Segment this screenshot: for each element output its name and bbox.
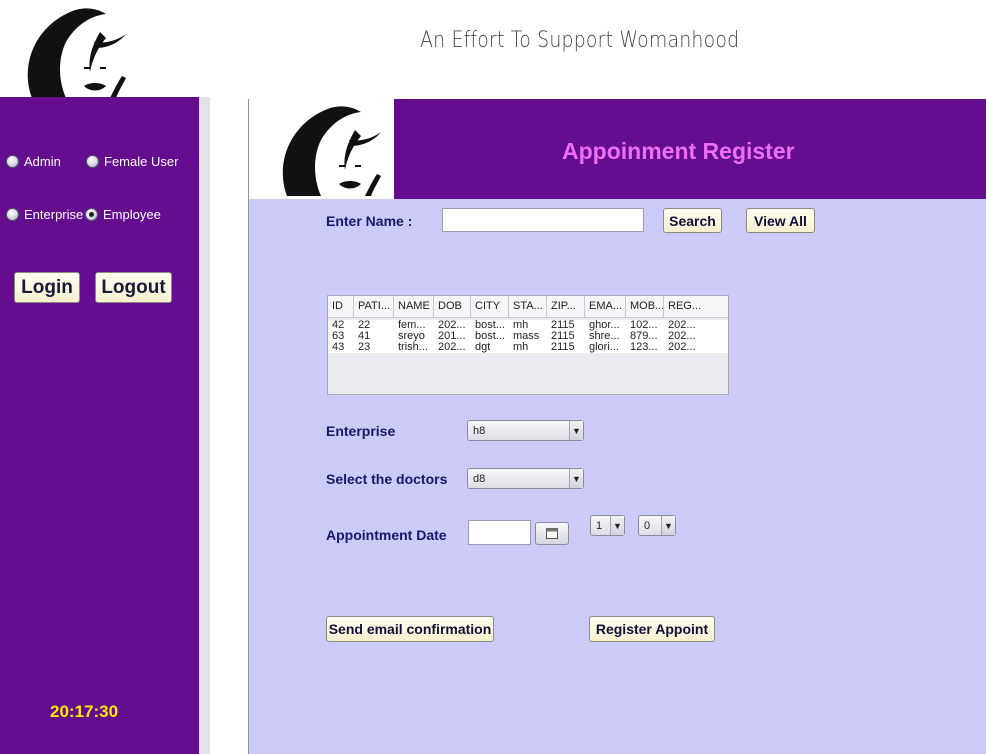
column-header[interactable]: MOB... — [626, 296, 664, 317]
sidebar: Admin Female User Enterprise Employee Lo… — [0, 97, 199, 754]
table-cell: dgt — [475, 342, 491, 353]
page-title: Appoinment Register — [562, 138, 795, 164]
name-search-input[interactable] — [442, 208, 644, 232]
table-cell: 43 — [332, 342, 345, 353]
enterprise-select[interactable]: h8 ▼ — [467, 420, 584, 441]
table-cell: 41 — [358, 331, 371, 342]
table-cell: 202... — [668, 320, 696, 331]
table-cell: ghor... — [589, 320, 620, 331]
minute-select[interactable]: 0 ▼ — [638, 515, 676, 536]
radio-icon — [6, 155, 19, 168]
enterprise-radio[interactable]: Enterprise — [6, 207, 83, 222]
radio-icon — [86, 155, 99, 168]
table-cell: 202... — [668, 331, 696, 342]
table-cell: bost... — [475, 331, 505, 342]
table-cell: 102... — [630, 320, 658, 331]
radio-icon — [6, 208, 19, 221]
column-header[interactable]: DOB — [434, 296, 471, 317]
radio-label: Admin — [24, 154, 61, 169]
view-all-button[interactable]: View All — [746, 208, 815, 233]
calendar-button[interactable] — [535, 522, 569, 545]
login-button[interactable]: Login — [14, 272, 80, 303]
calendar-icon — [546, 528, 558, 539]
table-row[interactable]: 42 22 fem... 202... bost... mh 2115 ghor… — [328, 320, 728, 331]
table-cell: sreyo — [398, 331, 425, 342]
logout-button[interactable]: Logout — [95, 272, 172, 303]
table-cell: 202... — [438, 320, 466, 331]
clock: 20:17:30 — [50, 702, 119, 721]
appointments-table[interactable]: ID PATI... NAME DOB CITY STA... ZIP... E… — [327, 295, 729, 395]
chevron-down-icon: ▼ — [661, 516, 675, 535]
radio-label: Enterprise — [24, 207, 84, 222]
column-header[interactable]: REG... — [664, 296, 728, 317]
sidebar-divider — [199, 97, 210, 754]
send-email-confirmation-button[interactable]: Send email confirmation — [326, 616, 494, 642]
table-cell: 2115 — [551, 342, 575, 353]
column-header[interactable]: STA... — [509, 296, 547, 317]
hour-select[interactable]: 1 ▼ — [590, 515, 625, 536]
table-header: ID PATI... NAME DOB CITY STA... ZIP... E… — [328, 296, 728, 318]
table-cell: glori... — [589, 342, 619, 353]
table-cell: 202... — [668, 342, 696, 353]
table-cell: mh — [513, 342, 529, 353]
chevron-down-icon: ▼ — [569, 469, 583, 488]
panel-header: Appoinment Register — [249, 99, 986, 199]
woman-face-logo — [282, 106, 381, 196]
search-button[interactable]: Search — [663, 208, 722, 233]
column-header[interactable]: EMA... — [585, 296, 626, 317]
register-appointment-button[interactable]: Register Appoint — [589, 616, 715, 642]
radio-label: Employee — [103, 207, 161, 222]
table-cell: 879... — [630, 331, 658, 342]
table-cell: bost... — [475, 320, 505, 331]
table-cell: 2115 — [551, 320, 575, 331]
doctor-label: Select the doctors — [326, 471, 448, 487]
table-cell: 22 — [358, 320, 371, 331]
tagline: An Effort To Support Womanhood — [420, 28, 740, 53]
minute-select-value: 0 — [644, 519, 651, 532]
admin-radio[interactable]: Admin — [6, 154, 61, 169]
chevron-down-icon: ▼ — [610, 516, 624, 535]
table-cell: 123... — [630, 342, 658, 353]
chevron-down-icon: ▼ — [569, 421, 583, 440]
table-cell: 2115 — [551, 331, 575, 342]
column-header[interactable]: ZIP... — [547, 296, 585, 317]
enterprise-select-value: h8 — [473, 424, 486, 437]
table-cell: trish... — [398, 342, 428, 353]
table-cell: 201... — [438, 331, 466, 342]
table-cell: mh — [513, 320, 529, 331]
employee-radio[interactable]: Employee — [85, 207, 161, 222]
name-label: Enter Name : — [326, 213, 413, 229]
table-cell: 23 — [358, 342, 371, 353]
appointment-panel: Appoinment Register Enter Name : Search … — [248, 99, 986, 754]
appointment-date-label: Appointment Date — [326, 527, 447, 543]
doctor-select-value: d8 — [473, 472, 486, 485]
table-cell: shre... — [589, 331, 620, 342]
column-header[interactable]: NAME — [394, 296, 434, 317]
column-header[interactable]: ID — [328, 296, 354, 317]
woman-face-logo — [27, 8, 126, 98]
table-cell: fem... — [398, 320, 426, 331]
panel-logo-box — [249, 99, 394, 199]
table-row[interactable]: 43 23 trish... 202... dgt mh 2115 glori.… — [328, 342, 728, 353]
hour-select-value: 1 — [596, 519, 603, 532]
radio-selected-icon — [85, 208, 98, 221]
table-cell: mass — [513, 331, 540, 342]
table-cell: 63 — [332, 331, 345, 342]
table-body: 42 22 fem... 202... bost... mh 2115 ghor… — [328, 320, 728, 353]
enterprise-label: Enterprise — [326, 423, 396, 439]
table-row[interactable]: 63 41 sreyo 201... bost... mass 2115 shr… — [328, 331, 728, 342]
column-header[interactable]: PATI... — [354, 296, 394, 317]
female-user-radio[interactable]: Female User — [86, 154, 178, 169]
appointment-date-input[interactable] — [468, 520, 531, 545]
doctor-select[interactable]: d8 ▼ — [467, 468, 584, 489]
radio-label: Female User — [104, 154, 179, 169]
table-cell: 42 — [332, 320, 345, 331]
table-cell: 202... — [438, 342, 466, 353]
app-window: An Effort To Support Womanhood Admin Fem… — [0, 0, 986, 754]
column-header[interactable]: CITY — [471, 296, 509, 317]
